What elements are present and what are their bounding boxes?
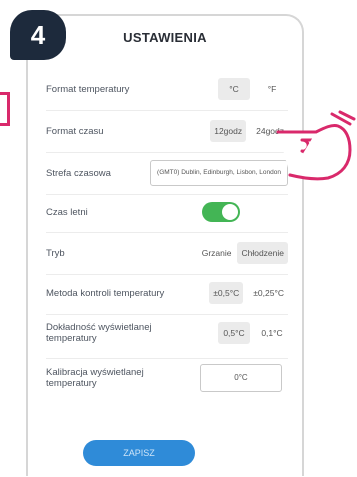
row-calibration: Kalibracja wyświetlanej temperatury 0°C [46,364,288,392]
divider [46,314,288,315]
row-label: Kalibracja wyświetlanej temperatury [46,367,144,389]
divider [46,274,288,275]
control-method-selector: ±0,5°C ±0,25°C [209,282,288,304]
option-12h[interactable]: 12godz [210,120,247,142]
row-control-method: Metoda kontroli temperatury ±0,5°C ±0,25… [46,282,288,304]
page-title: USTAWIENIA [123,30,207,45]
divider [46,194,288,195]
divider [46,152,288,153]
row-label: Tryb [46,247,65,259]
row-temperature-format: Format temperatury °C °F [46,78,288,100]
row-label: Metoda kontroli temperatury [46,287,165,299]
divider [46,358,288,359]
row-daylight-saving: Czas letni [46,202,288,222]
pointing-hand-icon [276,110,356,181]
option-fahrenheit[interactable]: °F [256,78,288,100]
calibration-input[interactable]: 0°C [200,364,282,392]
option-quarter-degree[interactable]: ±0,25°C [249,282,288,304]
step-badge: 4 [10,10,66,60]
display-accuracy-selector: 0,5°C 0,1°C [218,322,288,344]
row-time-format: Format czasu 12godz 24godz [46,120,288,142]
temperature-format-selector: °C °F [218,78,288,100]
option-cooling[interactable]: Chłodzenie [237,242,288,264]
row-label: Dokładność wyświetlanej temperatury [46,322,152,344]
row-timezone: Strefa czasowa (GMT0) Dublin, Edinburgh,… [46,160,288,186]
divider [46,110,288,111]
save-button[interactable]: ZAPISZ [83,440,195,466]
toggle-knob [222,204,238,220]
option-heating[interactable]: Grzanie [198,242,236,264]
option-half-degree[interactable]: ±0,5°C [209,282,244,304]
daylight-saving-toggle[interactable] [202,202,240,222]
row-label: Format temperatury [46,83,130,95]
option-accuracy-half[interactable]: 0,5°C [218,322,250,344]
option-accuracy-tenth[interactable]: 0,1°C [256,322,288,344]
timezone-select[interactable]: (GMT0) Dublin, Edinburgh, Lisbon, London [150,160,288,186]
mode-selector: Grzanie Chłodzenie [198,242,288,264]
settings-screen: USTAWIENIA Format temperatury °C °F Form… [26,14,304,476]
option-celsius[interactable]: °C [218,78,250,100]
divider [46,232,288,233]
highlight-bracket [0,92,10,126]
row-label: Strefa czasowa [46,167,111,179]
row-mode: Tryb Grzanie Chłodzenie [46,242,288,264]
row-label: Czas letni [46,206,88,218]
row-label: Format czasu [46,125,104,137]
row-display-accuracy: Dokładność wyświetlanej temperatury 0,5°… [46,322,288,344]
